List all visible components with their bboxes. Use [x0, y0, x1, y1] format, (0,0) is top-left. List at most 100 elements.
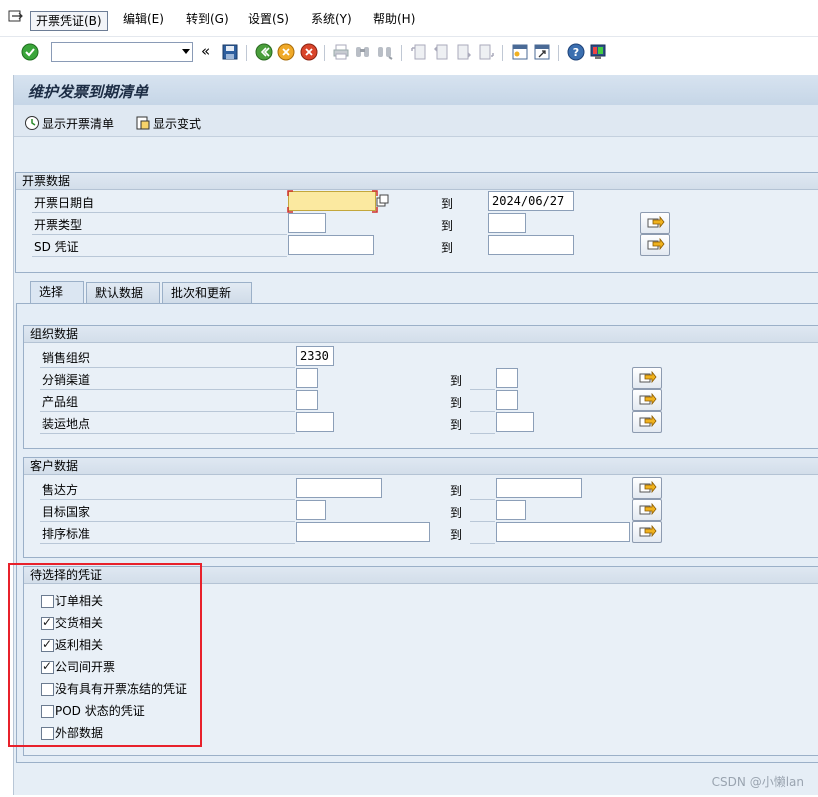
- title-bar: 维护发票到期清单: [14, 75, 818, 105]
- variant-icon: [136, 116, 150, 130]
- division-to-input[interactable]: [496, 390, 518, 410]
- billing-type-to-input[interactable]: [488, 213, 526, 233]
- first-page-icon[interactable]: [410, 43, 428, 61]
- toolbar-separator: [246, 45, 247, 61]
- distribution-channel-from-input[interactable]: [296, 368, 318, 388]
- to-label: 到: [450, 506, 463, 520]
- save-icon[interactable]: [221, 43, 239, 61]
- help-icon[interactable]: ?: [567, 43, 585, 61]
- menu-goto[interactable]: 转到(G): [186, 11, 229, 27]
- label-underline: [32, 256, 287, 257]
- arrow-right-multiple-icon: [639, 525, 657, 538]
- billing-type-multiple-button[interactable]: [640, 212, 670, 234]
- billing-date-to-input[interactable]: 2024/06/27: [488, 191, 574, 211]
- menu-settings[interactable]: 设置(S): [248, 11, 289, 27]
- show-billing-list-button[interactable]: 显示开票清单: [24, 115, 114, 132]
- destination-country-multiple-button[interactable]: [632, 499, 662, 521]
- arrow-right-multiple-icon: [639, 393, 657, 406]
- destination-country-label: 目标国家: [42, 505, 91, 519]
- sold-to-party-to-input[interactable]: [496, 478, 582, 498]
- find-icon[interactable]: [354, 43, 372, 61]
- destination-country-from-input[interactable]: [296, 500, 326, 520]
- toolbar-separator: [401, 45, 402, 61]
- chevron-down-icon[interactable]: [182, 49, 190, 54]
- sd-document-label: SD 凭证: [34, 240, 79, 254]
- menu-bar: 开票凭证(B) 编辑(E) 转到(G) 设置(S) 系统(Y) 帮助(H): [0, 0, 818, 36]
- next-page-icon[interactable]: [455, 43, 473, 61]
- enter-check-icon[interactable]: [21, 43, 39, 61]
- standard-toolbar: « ?: [0, 36, 818, 68]
- toolbar-separator: [324, 45, 325, 61]
- to-label: 到: [450, 484, 463, 498]
- division-from-input[interactable]: [296, 390, 318, 410]
- label-underline: [40, 543, 295, 544]
- menu-help[interactable]: 帮助(H): [373, 11, 415, 27]
- back-icon[interactable]: [255, 43, 273, 61]
- tab-selection[interactable]: 选择: [30, 281, 84, 304]
- shipping-point-from-input[interactable]: [296, 412, 334, 432]
- sd-document-multiple-button[interactable]: [640, 234, 670, 256]
- sort-criteria-multiple-button[interactable]: [632, 521, 662, 543]
- command-input[interactable]: [52, 43, 172, 61]
- label-underline: [40, 411, 295, 412]
- label-underline: [470, 433, 495, 434]
- sd-document-from-input[interactable]: [288, 235, 374, 255]
- back-double-arrow-icon[interactable]: «: [201, 42, 219, 60]
- distribution-channel-multiple-button[interactable]: [632, 367, 662, 389]
- distribution-channel-to-input[interactable]: [496, 368, 518, 388]
- org-data-title: 组织数据: [24, 326, 818, 343]
- tab-batch-and-update[interactable]: 批次和更新: [162, 282, 252, 304]
- to-label: 到: [441, 241, 454, 255]
- menu-edit[interactable]: 编辑(E): [123, 11, 164, 27]
- exit-icon[interactable]: [277, 43, 295, 61]
- prev-page-icon[interactable]: [432, 43, 450, 61]
- sort-criteria-from-input[interactable]: [296, 522, 430, 542]
- label-underline: [470, 499, 495, 500]
- command-field[interactable]: [51, 42, 193, 62]
- label-underline: [40, 433, 295, 434]
- highlight-box: [8, 563, 202, 747]
- to-label: 到: [441, 197, 454, 211]
- to-label: 到: [441, 219, 454, 233]
- focus-corner-marks: [287, 190, 378, 213]
- tab-default-data[interactable]: 默认数据: [86, 282, 160, 304]
- find-next-icon[interactable]: [376, 43, 394, 61]
- billing-type-from-input[interactable]: [288, 213, 326, 233]
- menu-billing-document[interactable]: 开票凭证(B): [30, 11, 108, 31]
- division-multiple-button[interactable]: [632, 389, 662, 411]
- label-underline: [40, 367, 295, 368]
- sold-to-party-from-input[interactable]: [296, 478, 382, 498]
- multiple-selection-icon[interactable]: [376, 194, 390, 208]
- shipping-point-multiple-button[interactable]: [632, 411, 662, 433]
- to-label: 到: [450, 374, 463, 388]
- last-page-icon[interactable]: [477, 43, 495, 61]
- shipping-point-to-input[interactable]: [496, 412, 534, 432]
- distribution-channel-label: 分销渠道: [42, 373, 91, 387]
- new-session-icon[interactable]: [511, 43, 529, 61]
- label-underline: [32, 234, 287, 235]
- billing-date-label: 开票日期自: [34, 196, 95, 210]
- sold-to-party-multiple-button[interactable]: [632, 477, 662, 499]
- customize-layout-icon[interactable]: [589, 43, 607, 61]
- sold-to-party-label: 售达方: [42, 483, 79, 497]
- to-label: 到: [450, 418, 463, 432]
- sort-criteria-to-input[interactable]: [496, 522, 630, 542]
- page-title: 维护发票到期清单: [28, 83, 149, 101]
- sales-org-from-input[interactable]: 2330: [296, 346, 334, 366]
- division-label: 产品组: [42, 395, 79, 409]
- menu-system[interactable]: 系统(Y): [311, 11, 352, 27]
- destination-country-to-input[interactable]: [496, 500, 526, 520]
- label-underline: [40, 499, 295, 500]
- arrow-right-multiple-icon: [647, 216, 665, 229]
- arrow-right-multiple-icon: [639, 481, 657, 494]
- arrow-right-multiple-icon: [647, 238, 665, 251]
- shortcut-icon[interactable]: [533, 43, 551, 61]
- sd-document-to-input[interactable]: [488, 235, 574, 255]
- label-underline: [40, 389, 295, 390]
- print-icon[interactable]: [332, 43, 350, 61]
- org-data-group: 组织数据 销售组织 2330 分销渠道 到 产品组 到 装运地点 到: [23, 325, 818, 449]
- show-billing-list-label: 显示开票清单: [42, 117, 115, 131]
- cancel-icon[interactable]: [300, 43, 318, 61]
- menu-screen-icon[interactable]: [8, 9, 24, 23]
- show-variant-button[interactable]: 显示变式: [135, 115, 201, 132]
